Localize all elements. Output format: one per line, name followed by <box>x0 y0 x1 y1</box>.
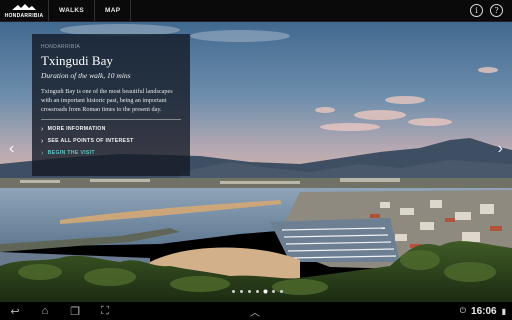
carousel-dot[interactable] <box>232 290 235 293</box>
link-label: MORE INFORMATION <box>47 126 106 132</box>
system-navigation-bar: ↩ ⌂ ❐ ⛶ ︿ ⏻ 16:06 ▮ <box>0 302 512 320</box>
more-information-link[interactable]: › MORE INFORMATION <box>41 125 181 133</box>
chevron-right-icon: › <box>41 149 44 157</box>
panel-subtitle: Duration of the walk, 10 mins <box>41 71 131 80</box>
carousel-dots <box>232 290 283 293</box>
link-label: SEE ALL POINTS OF INTEREST <box>47 138 134 144</box>
panel-description: Txingudi Bay is one of the most beautifu… <box>41 88 173 113</box>
see-all-points-link[interactable]: › SEE ALL POINTS OF INTEREST <box>41 137 181 145</box>
logo-text: HONDARRIBIA <box>4 12 44 19</box>
begin-visit-link[interactable]: › BEGIN THE VISIT <box>41 149 181 157</box>
walk-info-panel: HONDARRIBIA Txingudi Bay Duration of the… <box>32 34 190 176</box>
panel-title: Txingudi Bay <box>41 53 113 68</box>
nav-walks[interactable]: WALKS <box>49 0 95 21</box>
status-notification-icon: ⏻ <box>459 306 467 315</box>
nav-map[interactable]: MAP <box>95 0 132 21</box>
panel-divider <box>41 119 181 120</box>
info-icon[interactable]: i <box>470 4 483 17</box>
back-icon[interactable]: ↩ <box>0 305 30 318</box>
help-icon[interactable]: ? <box>490 4 503 17</box>
next-arrow-icon[interactable]: › <box>498 140 503 158</box>
home-icon[interactable]: ⌂ <box>30 305 60 317</box>
logo-mark-icon <box>12 3 36 10</box>
clock: 16:06 <box>471 305 497 317</box>
chevron-right-icon: › <box>41 125 44 133</box>
carousel-dot[interactable] <box>264 290 267 293</box>
carousel-dot[interactable] <box>272 290 275 293</box>
app-top-bar: HONDARRIBIA WALKS MAP i ? <box>0 0 512 22</box>
link-label: BEGIN THE VISIT <box>47 150 95 156</box>
screenshot-icon[interactable]: ⛶ <box>90 305 120 318</box>
carousel-dot[interactable] <box>256 290 259 293</box>
carousel-dot[interactable] <box>240 290 243 293</box>
status-area: ⏻ 16:06 ▮ <box>460 306 512 317</box>
top-icons: i ? <box>470 0 512 21</box>
previous-arrow-icon[interactable]: ‹ <box>9 140 14 158</box>
chevron-right-icon: › <box>41 137 44 145</box>
chevron-up-icon[interactable]: ︿ <box>250 304 260 319</box>
hondarribia-logo[interactable]: HONDARRIBIA <box>0 0 49 21</box>
battery-icon: ▮ <box>501 306 506 316</box>
carousel-dot[interactable] <box>280 290 283 293</box>
carousel-dot[interactable] <box>248 290 251 293</box>
panel-kicker: HONDARRIBIA <box>41 44 81 50</box>
recent-apps-icon[interactable]: ❐ <box>60 305 90 318</box>
